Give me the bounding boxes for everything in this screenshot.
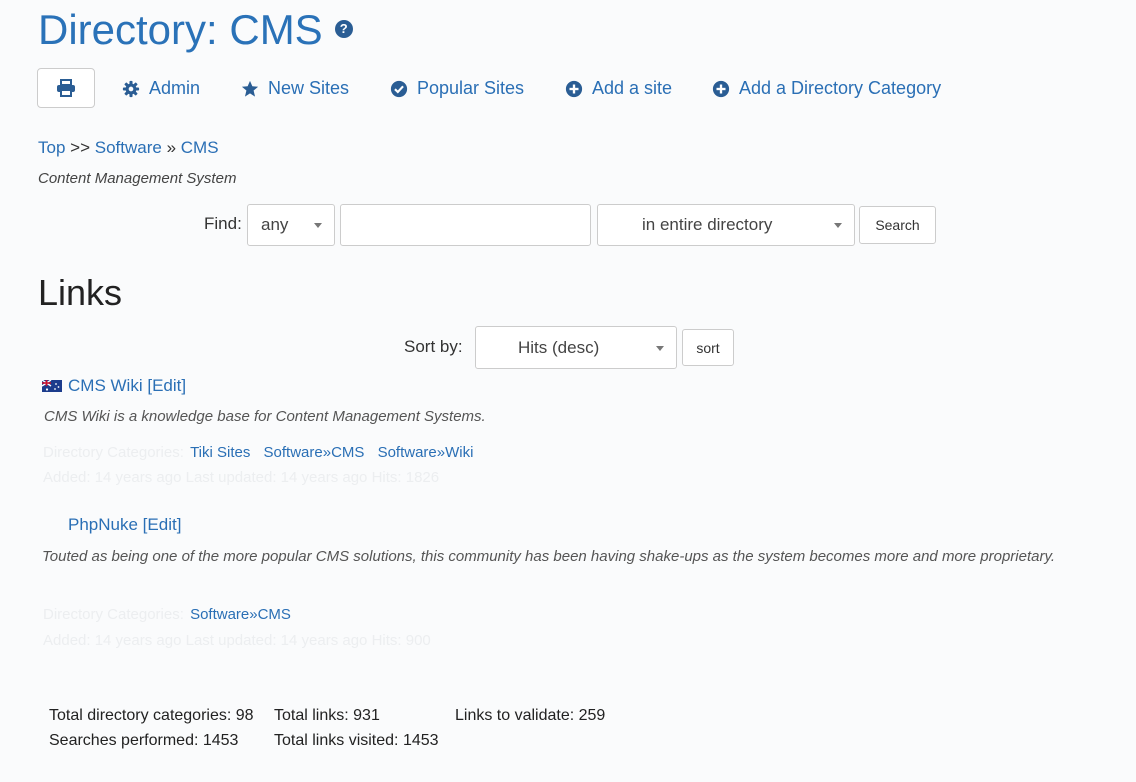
category-link[interactable]: Software»CMS (264, 444, 365, 461)
help-icon[interactable]: ? (334, 19, 353, 38)
sort-select[interactable]: Hits (desc) (475, 326, 677, 369)
find-mode-select[interactable]: any (247, 204, 335, 246)
flag-icon (42, 379, 62, 392)
chevron-down-icon (834, 223, 842, 228)
star-icon (241, 80, 259, 97)
gear-icon (122, 80, 140, 97)
popular-sites-label: Popular Sites (417, 78, 525, 98)
page-title: Directory: CMS? (38, 4, 353, 56)
edit-link[interactable]: [Edit] (143, 515, 182, 534)
entry-description: Touted as being one of the more popular … (42, 548, 1056, 565)
breadcrumb: Top >> Software » CMS (38, 138, 219, 158)
category-description: Content Management System (38, 170, 237, 187)
add-category-link[interactable]: Add a Directory Category (712, 78, 941, 99)
entry-title-link[interactable]: CMS Wiki (68, 376, 143, 395)
links-heading: Links (38, 272, 123, 313)
breadcrumb-software[interactable]: Software (95, 138, 162, 157)
search-button[interactable]: Search (859, 206, 936, 244)
page-title-text: Directory: CMS (38, 6, 323, 53)
add-site-label: Add a site (592, 78, 673, 98)
search-input[interactable] (340, 204, 591, 246)
print-button[interactable] (37, 68, 95, 108)
print-icon (57, 79, 75, 97)
breadcrumb-separator: » (166, 138, 177, 157)
new-sites-link[interactable]: New Sites (241, 78, 349, 99)
sort-value: Hits (desc) (518, 337, 600, 357)
stat-total-categories: Total directory categories: 98 (49, 707, 254, 724)
entry-meta: Added: 14 years ago Last updated: 14 yea… (43, 469, 440, 486)
entry-title-link[interactable]: PhpNuke (68, 515, 138, 534)
popular-sites-link[interactable]: Popular Sites (390, 78, 524, 99)
new-sites-label: New Sites (268, 78, 350, 98)
add-category-label: Add a Directory Category (739, 78, 942, 98)
edit-link[interactable]: [Edit] (147, 376, 186, 395)
category-link[interactable]: Software»CMS (190, 606, 291, 623)
breadcrumb-cms[interactable]: CMS (181, 138, 219, 157)
sort-label: Sort by: (404, 337, 463, 356)
categories-label: Directory Categories: (43, 606, 184, 623)
search-scope-select[interactable]: in entire directory (597, 204, 855, 246)
find-mode-value: any (261, 215, 289, 234)
add-site-link[interactable]: Add a site (565, 78, 672, 99)
stat-searches: Searches performed: 1453 (49, 732, 239, 749)
sort-button[interactable]: sort (682, 329, 734, 366)
category-link[interactable]: Software»Wiki (378, 444, 474, 461)
list-item-title: CMS Wiki [Edit] (42, 376, 186, 396)
entry-categories: Directory Categories: Software»CMS (43, 606, 291, 623)
entry-description: CMS Wiki is a knowledge base for Content… (44, 408, 486, 425)
find-label: Find: (204, 214, 242, 233)
admin-link[interactable]: Admin (122, 78, 200, 99)
breadcrumb-top[interactable]: Top (38, 138, 65, 157)
entry-categories: Directory Categories: Tiki Sites Softwar… (43, 444, 473, 461)
list-item-title: PhpNuke [Edit] (68, 515, 181, 535)
stat-total-links: Total links: 931 (274, 707, 380, 724)
categories-label: Directory Categories: (43, 444, 184, 461)
check-circle-icon (390, 80, 408, 97)
plus-circle-icon (712, 80, 730, 97)
category-link[interactable]: Tiki Sites (190, 444, 250, 461)
plus-circle-icon (565, 80, 583, 97)
admin-label: Admin (149, 78, 201, 98)
chevron-down-icon (314, 223, 322, 228)
breadcrumb-separator: >> (70, 138, 91, 157)
stat-links-to-validate: Links to validate: 259 (455, 707, 606, 724)
chevron-down-icon (656, 345, 664, 351)
search-scope-value: in entire directory (642, 215, 773, 234)
entry-meta: Added: 14 years ago Last updated: 14 yea… (43, 632, 431, 649)
stat-links-visited: Total links visited: 1453 (274, 732, 439, 749)
